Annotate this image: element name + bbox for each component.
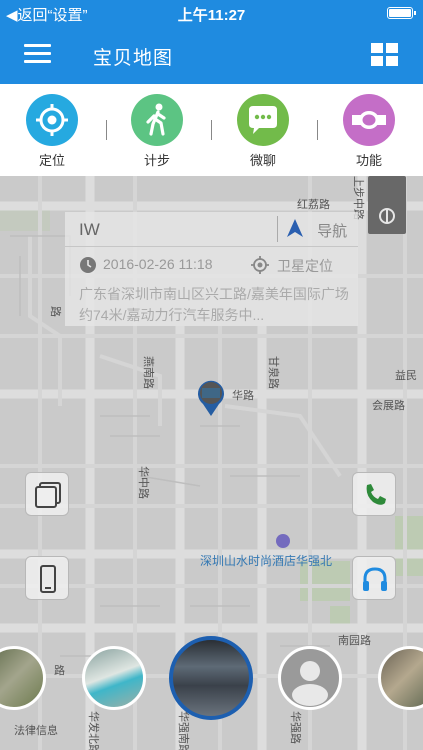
step-count-label: 计步: [143, 153, 170, 168]
map-label: 华中路: [137, 466, 151, 499]
locate-button[interactable]: 定位: [17, 94, 87, 169]
default-avatar-icon: [292, 661, 328, 706]
navigate-button[interactable]: 导航: [285, 218, 347, 242]
map-label: 益民: [395, 368, 417, 382]
phone-call-icon: [366, 484, 386, 505]
selected-device-avatar[interactable]: [169, 636, 253, 720]
functions-button[interactable]: 功能: [334, 94, 404, 169]
walking-icon: [131, 94, 183, 146]
map-label: 燕南路: [142, 356, 155, 389]
device-info-card[interactable]: IW 导航 2016-02-26 11:18 卫星定位 广东省深圳市南山区兴工路…: [65, 212, 358, 326]
divider: [211, 120, 212, 140]
device-button[interactable]: [25, 556, 69, 600]
locate-label: 定位: [38, 153, 65, 168]
map-label: 会展路: [372, 399, 405, 412]
device-address: 广东省深圳市南山区兴工路/嘉美年国际广场约74米/嘉动力行汽车服务中...: [79, 286, 349, 323]
map-label: 南园路: [338, 634, 371, 647]
geofence-button[interactable]: [25, 472, 69, 516]
clock-icon: [79, 256, 97, 279]
layers-icon: [35, 482, 61, 508]
status-bar: ◀返回“设置” 上午11:27: [0, 0, 423, 26]
chat-icon: [237, 94, 289, 146]
grid-menu-icon[interactable]: [371, 43, 399, 67]
map-label: 路: [54, 664, 65, 677]
menu-icon[interactable]: [24, 44, 51, 64]
page-title: 宝贝地图: [93, 48, 174, 69]
map-label: 华路: [232, 388, 254, 402]
navigate-label: 导航: [317, 222, 348, 240]
legal-info-link[interactable]: 法律信息: [14, 723, 58, 737]
watch-icon: [343, 94, 395, 146]
headphones-icon: [363, 567, 387, 591]
divider: [65, 246, 358, 247]
device-name: IW: [79, 220, 100, 239]
positioning-method: 卫星定位: [277, 258, 333, 274]
device-avatar[interactable]: [82, 646, 146, 710]
map-label: 红荔路: [297, 198, 330, 211]
chat-button[interactable]: 微聊: [228, 94, 298, 169]
map-label: 路: [49, 306, 62, 317]
battery-icon: [387, 7, 416, 19]
map-label: 华强南路: [177, 711, 191, 750]
device-avatar[interactable]: [278, 646, 342, 710]
locate-icon: [26, 94, 78, 146]
chat-label: 微聊: [249, 153, 276, 168]
map-label: 华发北路: [87, 711, 101, 750]
function-toolbar: 定位 计步 微聊 功能: [0, 84, 423, 176]
listen-button[interactable]: [352, 556, 396, 600]
status-time: 上午11:27: [177, 7, 246, 24]
last-update-time: 2016-02-26 11:18: [103, 256, 213, 272]
functions-label: 功能: [355, 153, 382, 168]
call-button[interactable]: [352, 472, 396, 516]
map-label: 华强路: [289, 711, 303, 744]
gps-icon: [251, 256, 269, 279]
divider: [277, 216, 278, 242]
step-count-button[interactable]: 计步: [122, 94, 192, 169]
hotel-label: 深圳山水时尚酒店华强北: [200, 554, 332, 568]
nav-bar: 宝贝地图: [0, 26, 423, 84]
navigation-arrow-icon: [285, 218, 305, 242]
map-label: 甘泉路: [267, 356, 281, 389]
divider: [106, 120, 107, 140]
phone-device-icon: [40, 565, 56, 593]
divider: [317, 120, 318, 140]
